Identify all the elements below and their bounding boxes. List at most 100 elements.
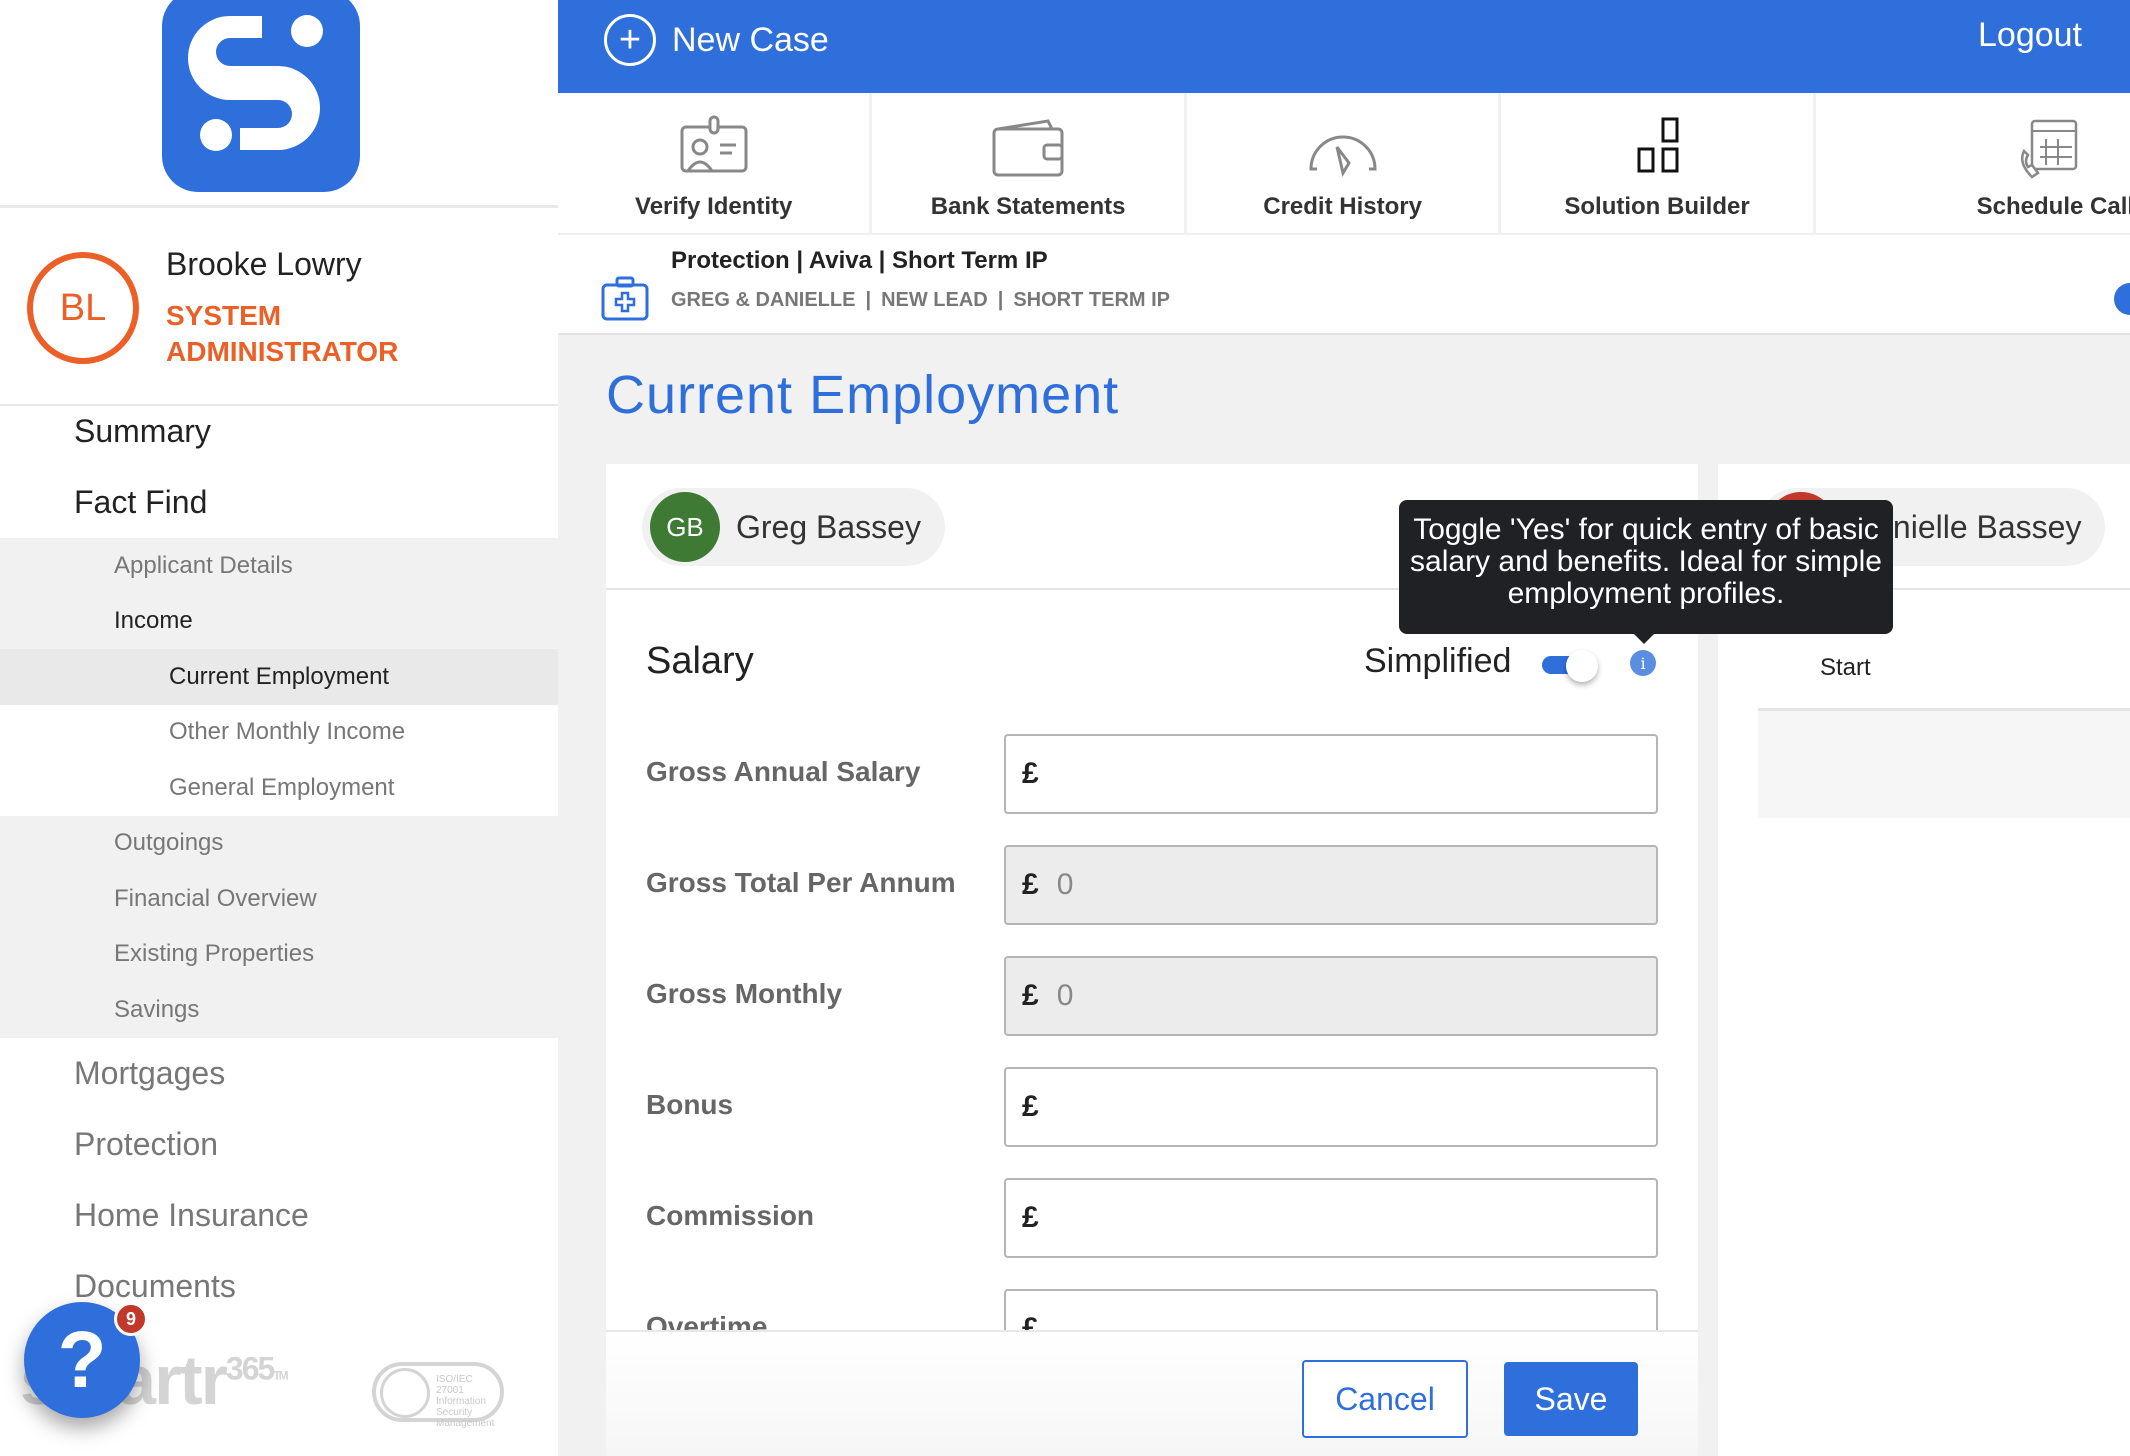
sidebar-item-summary[interactable]: Summary	[0, 396, 558, 467]
sidebar-item-other-monthly-income[interactable]: Other Monthly Income	[0, 705, 558, 761]
action-tiles: Verify Identity Bank Statements Credit H…	[558, 93, 2130, 235]
currency-symbol: £	[1022, 868, 1039, 901]
currency-symbol: £	[1022, 1090, 1039, 1123]
fact-find-submenu: Applicant Details Income Current Employm…	[0, 538, 558, 1038]
simplified-toggle[interactable]	[1542, 650, 1600, 682]
applicant1-avatar: GB	[650, 492, 720, 562]
sidebar-item-mortgages[interactable]: Mortgages	[0, 1038, 558, 1109]
logo-s-icon	[188, 15, 323, 151]
tile-bank-statements[interactable]: Bank Statements	[872, 93, 1187, 235]
tile-label: Credit History	[1263, 193, 1422, 220]
gauge-icon	[1309, 135, 1377, 177]
help-notification-badge: 9	[114, 1302, 148, 1336]
tile-schedule-call[interactable]: Schedule Call	[1816, 93, 2130, 235]
field-value: 0	[1056, 979, 1074, 1012]
case-title: Protection | Aviva | Short Term IP	[671, 247, 1048, 274]
sidebar-item-current-employment[interactable]: Current Employment	[0, 649, 558, 705]
sidebar: BL Brooke Lowry SYSTEM ADMINISTRATOR Sum…	[0, 0, 558, 1456]
tile-label: Schedule Call	[1976, 193, 2130, 220]
separator: |	[865, 289, 872, 311]
app-root: BL Brooke Lowry SYSTEM ADMINISTRATOR Sum…	[0, 0, 2130, 1456]
plus-circle-icon: +	[604, 14, 656, 66]
toggle-knob	[1566, 650, 1598, 682]
field-gross-annual-salary: Gross Annual Salary £	[646, 734, 1666, 814]
user-profile: BL Brooke Lowry SYSTEM ADMINISTRATOR	[0, 210, 558, 406]
top-bar: + New Case Logout	[558, 0, 2130, 93]
case-status: NEW LEAD	[881, 289, 988, 311]
separator: |	[997, 289, 1004, 311]
field-gross-monthly: Gross Monthly £ 0	[646, 956, 1666, 1036]
sidebar-item-existing-properties[interactable]: Existing Properties	[0, 927, 558, 983]
field-value: 0	[1056, 868, 1074, 901]
currency-symbol: £	[1022, 757, 1039, 790]
cert-line1: ISO/IEC	[436, 1374, 473, 1385]
field-label: Gross Annual Salary	[646, 756, 921, 787]
sidebar-item-general-employment[interactable]: General Employment	[0, 760, 558, 816]
field-gross-total-per-annum: Gross Total Per Annum £ 0	[646, 845, 1666, 925]
calendar-phone-icon	[2021, 119, 2078, 179]
sidebar-nav: Summary Fact Find Applicant Details Inco…	[0, 396, 558, 1322]
form-footer: Cancel Save	[606, 1330, 1698, 1456]
user-role: SYSTEM ADMINISTRATOR	[166, 300, 399, 367]
wallet-icon	[992, 119, 1064, 177]
case-subtitle: GREG & DANIELLE | NEW LEAD | SHORT TERM …	[671, 289, 1170, 312]
income-submenu: Current Employment Other Monthly Income …	[0, 649, 558, 816]
brand-suffix: 365	[225, 1350, 275, 1387]
simplified-label: Simplified	[1364, 642, 1512, 680]
tile-solution-builder[interactable]: Solution Builder	[1501, 93, 1816, 235]
start-label: Start	[1820, 654, 1871, 681]
user-name: Brooke Lowry	[166, 246, 362, 282]
sidebar-item-home-insurance[interactable]: Home Insurance	[0, 1180, 558, 1251]
cert-line2: 27001	[436, 1385, 464, 1396]
applicant1-tab[interactable]: GB Greg Bassey	[642, 488, 945, 566]
new-case-button[interactable]: + New Case	[604, 14, 829, 66]
sidebar-item-income[interactable]: Income	[0, 594, 558, 650]
tile-label: Verify Identity	[635, 193, 793, 220]
field-label: Gross Total Per Annum	[646, 867, 956, 898]
commission-input[interactable]: £	[1004, 1178, 1658, 1258]
question-mark-icon: ?	[57, 1315, 107, 1404]
bsi-certification-badge: ISO/IEC 27001 Information Security Manag…	[372, 1362, 504, 1429]
tooltip-arrow	[1632, 632, 1656, 644]
field-bonus: Bonus £	[646, 1067, 1666, 1147]
applicant1-name: Greg Bassey	[736, 508, 921, 545]
sidebar-item-protection[interactable]: Protection	[0, 1109, 558, 1180]
field-label: Bonus	[646, 1089, 734, 1120]
gross-annual-salary-input[interactable]: £	[1004, 734, 1658, 814]
sidebar-item-financial-overview[interactable]: Financial Overview	[0, 871, 558, 927]
sidebar-item-applicant-details[interactable]: Applicant Details	[0, 538, 558, 594]
bonus-input[interactable]: £	[1004, 1067, 1658, 1147]
gross-monthly-input: £ 0	[1004, 956, 1658, 1036]
bsi-heart-icon	[380, 1368, 430, 1418]
id-card-icon	[680, 115, 748, 173]
user-avatar[interactable]: BL	[27, 252, 139, 364]
tile-verify-identity[interactable]: Verify Identity	[558, 93, 873, 235]
applicant2-start-area	[1758, 708, 2130, 818]
tile-label: Bank Statements	[930, 193, 1126, 220]
sidebar-item-outgoings[interactable]: Outgoings	[0, 816, 558, 872]
currency-symbol: £	[1022, 1201, 1039, 1234]
cancel-button[interactable]: Cancel	[1302, 1360, 1468, 1438]
case-product: SHORT TERM IP	[1013, 289, 1171, 311]
brand-tm: TM	[273, 1368, 288, 1383]
app-logo[interactable]	[162, 0, 360, 192]
new-case-label: New Case	[672, 20, 829, 59]
medical-kit-icon	[601, 276, 649, 321]
page-title: Current Employment	[606, 365, 1120, 425]
logout-link[interactable]: Logout	[1978, 16, 2082, 55]
case-clients: GREG & DANIELLE	[671, 289, 856, 311]
simplified-tooltip: Toggle 'Yes' for quick entry of basic sa…	[1399, 500, 1893, 634]
cert-line3: Information Security Management	[436, 1396, 495, 1429]
case-indicator[interactable]	[2114, 283, 2130, 315]
tile-credit-history[interactable]: Credit History	[1187, 93, 1502, 235]
sidebar-item-fact-find[interactable]: Fact Find	[0, 467, 558, 538]
save-button[interactable]: Save	[1504, 1362, 1638, 1436]
field-label: Commission	[646, 1200, 815, 1231]
field-label: Gross Monthly	[646, 978, 843, 1009]
logo-area	[0, 0, 558, 208]
case-header: Protection | Aviva | Short Term IP GREG …	[558, 235, 2130, 335]
sidebar-item-savings[interactable]: Savings	[0, 982, 558, 1038]
gross-total-per-annum-input: £ 0	[1004, 845, 1658, 925]
info-icon[interactable]: i	[1630, 650, 1656, 676]
currency-symbol: £	[1022, 979, 1039, 1012]
